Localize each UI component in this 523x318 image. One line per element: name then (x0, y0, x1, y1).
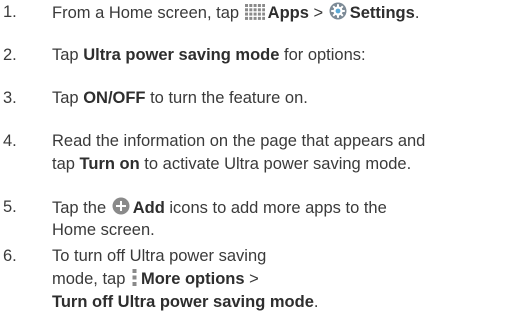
period: . (313, 293, 319, 311)
more-options-label: More options (140, 270, 245, 288)
step-text-part: From a Home screen, tap (52, 4, 244, 22)
period: . (414, 4, 420, 22)
apps-label: Apps (267, 4, 309, 22)
step-text-line-1: To turn off Ultra power saving (52, 247, 267, 265)
apps-grid-icon (244, 4, 265, 26)
more-options-icon (132, 269, 137, 292)
settings-gear-icon (329, 2, 347, 26)
step-text-part: > (244, 270, 259, 288)
step-number: 3. (3, 89, 17, 107)
step-text-line-2: tap Turn on to activate Ultra power savi… (52, 154, 411, 175)
step-text-part: mode, tap (52, 270, 130, 288)
step-text: From a Home screen, tap Apps > Settings. (52, 2, 419, 26)
step-text-part: icons to add more apps to the (164, 199, 387, 217)
settings-label: Settings (349, 4, 415, 22)
turn-off-ultra-power-saving-mode-label: Turn off Ultra power saving mode (52, 293, 314, 311)
step-text-part: Tap (52, 46, 84, 64)
step-text-part: Tap (52, 89, 84, 107)
add-circle-icon (112, 197, 130, 221)
separator: > (308, 4, 328, 22)
on-off-label: ON/OFF (83, 89, 146, 107)
step-number: 4. (3, 132, 17, 150)
step-text-part: Tap the (52, 199, 111, 217)
add-label: Add (132, 199, 165, 217)
step-text-part: tap (52, 155, 80, 173)
step-text-line-2: mode, tap More options > (52, 269, 259, 292)
step-text-part: to turn the feature on. (145, 89, 308, 107)
step-number: 5. (3, 198, 17, 216)
step-text-line-1: Read the information on the page that ap… (52, 132, 426, 150)
turn-on-label: Turn on (79, 155, 140, 173)
step-number: 2. (3, 46, 17, 64)
step-number: 6. (3, 247, 17, 265)
step-text-part: to activate Ultra power saving mode. (139, 155, 412, 173)
step-number: 1. (3, 3, 17, 21)
step-text: Tap Ultra power saving mode for options: (52, 45, 366, 66)
ultra-power-saving-mode-label: Ultra power saving mode (83, 46, 280, 64)
step-text-line-2: Home screen. (52, 221, 155, 239)
step-text: Tap ON/OFF to turn the feature on. (52, 88, 308, 109)
step-text-line-1: Tap the Add icons to add more apps to th… (52, 197, 387, 221)
step-text-part: for options: (279, 46, 366, 64)
step-text-line-3: Turn off Ultra power saving mode. (52, 292, 318, 313)
